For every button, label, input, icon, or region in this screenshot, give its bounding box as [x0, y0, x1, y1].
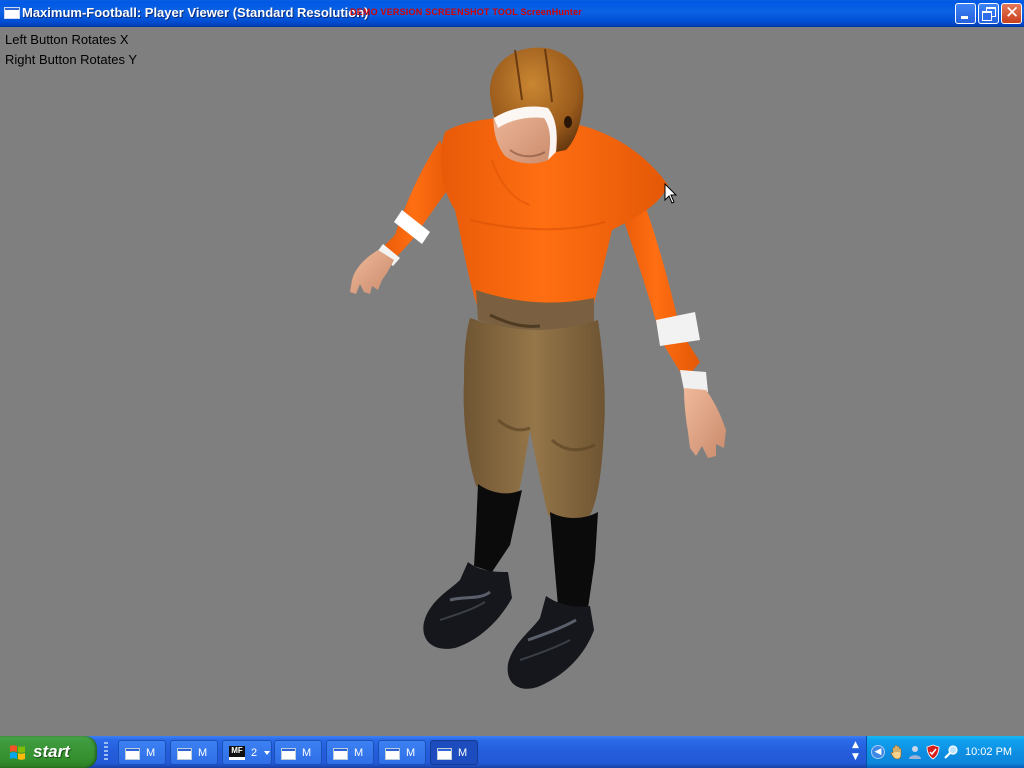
taskbar-button-label: M [406, 747, 416, 759]
close-icon: ✕ [1005, 3, 1020, 23]
clock[interactable]: 10:02 PM [965, 746, 1012, 758]
taskbar-button[interactable]: M [274, 740, 322, 765]
taskbar-button[interactable]: M [326, 740, 374, 765]
taskbar-button-label: M [198, 747, 208, 759]
window-icon [125, 748, 140, 760]
system-tray: ◀ 10:02 PM [866, 736, 1024, 768]
windows-logo-icon [10, 745, 25, 760]
window-icon [177, 748, 192, 760]
taskbar-group-button[interactable]: MF 2 [222, 740, 272, 765]
taskbar-button-label: M [354, 747, 364, 759]
taskbar-button[interactable]: M [378, 740, 426, 765]
taskbar-button-label: M [302, 747, 312, 759]
minimize-button[interactable] [955, 3, 976, 24]
taskbar: start M M MF 2 M M M M ▲ ▼ ◀ 10:02 PM [0, 736, 1024, 768]
close-button[interactable]: ✕ [1001, 3, 1022, 24]
chevron-down-icon [264, 751, 270, 755]
restore-button[interactable] [978, 3, 999, 24]
app-window-icon[interactable] [4, 7, 20, 19]
player-right-shoe [507, 596, 594, 689]
start-label: start [33, 742, 70, 761]
window-icon [385, 748, 400, 760]
window-icon [333, 748, 348, 760]
taskbar-button[interactable]: M [118, 740, 166, 765]
magnifier-icon[interactable] [943, 744, 959, 760]
player-left-sock [474, 484, 522, 572]
taskbar-button-label: M [146, 747, 156, 759]
title-bar[interactable]: Maximum-Football: Player Viewer (Standar… [0, 0, 1024, 27]
taskbar-button-label: M [458, 747, 468, 759]
mouse-cursor-icon [664, 183, 678, 204]
taskbar-button-active[interactable]: M [430, 740, 478, 765]
window-icon [281, 748, 296, 760]
player-3d-viewport[interactable] [0, 27, 1024, 735]
security-shield-icon[interactable] [925, 744, 941, 760]
toolbar-grip[interactable] [104, 742, 108, 762]
scroll-up-icon[interactable]: ▲ [849, 739, 862, 751]
chevron-left-icon[interactable]: ◀ [871, 745, 885, 759]
player-left-shoe [423, 562, 512, 649]
user-icon[interactable] [907, 744, 923, 760]
maximum-football-app-icon: MF [229, 746, 245, 760]
taskbar-button[interactable]: M [170, 740, 218, 765]
start-button[interactable]: start [0, 736, 97, 768]
window-title: Maximum-Football: Player Viewer (Standar… [22, 5, 369, 20]
taskbar-group-count: 2 [251, 747, 258, 759]
player-left-arm [350, 140, 455, 294]
player-right-sock [550, 512, 598, 608]
taskbar-scroll-arrows[interactable]: ▲ ▼ [849, 739, 862, 766]
overlay-watermark-text: DEMO VERSION SCREENSHOT TOOL ScreenHunte… [350, 7, 582, 17]
hand-icon[interactable] [889, 744, 905, 760]
scroll-down-icon[interactable]: ▼ [849, 751, 862, 763]
window-icon [437, 748, 452, 760]
